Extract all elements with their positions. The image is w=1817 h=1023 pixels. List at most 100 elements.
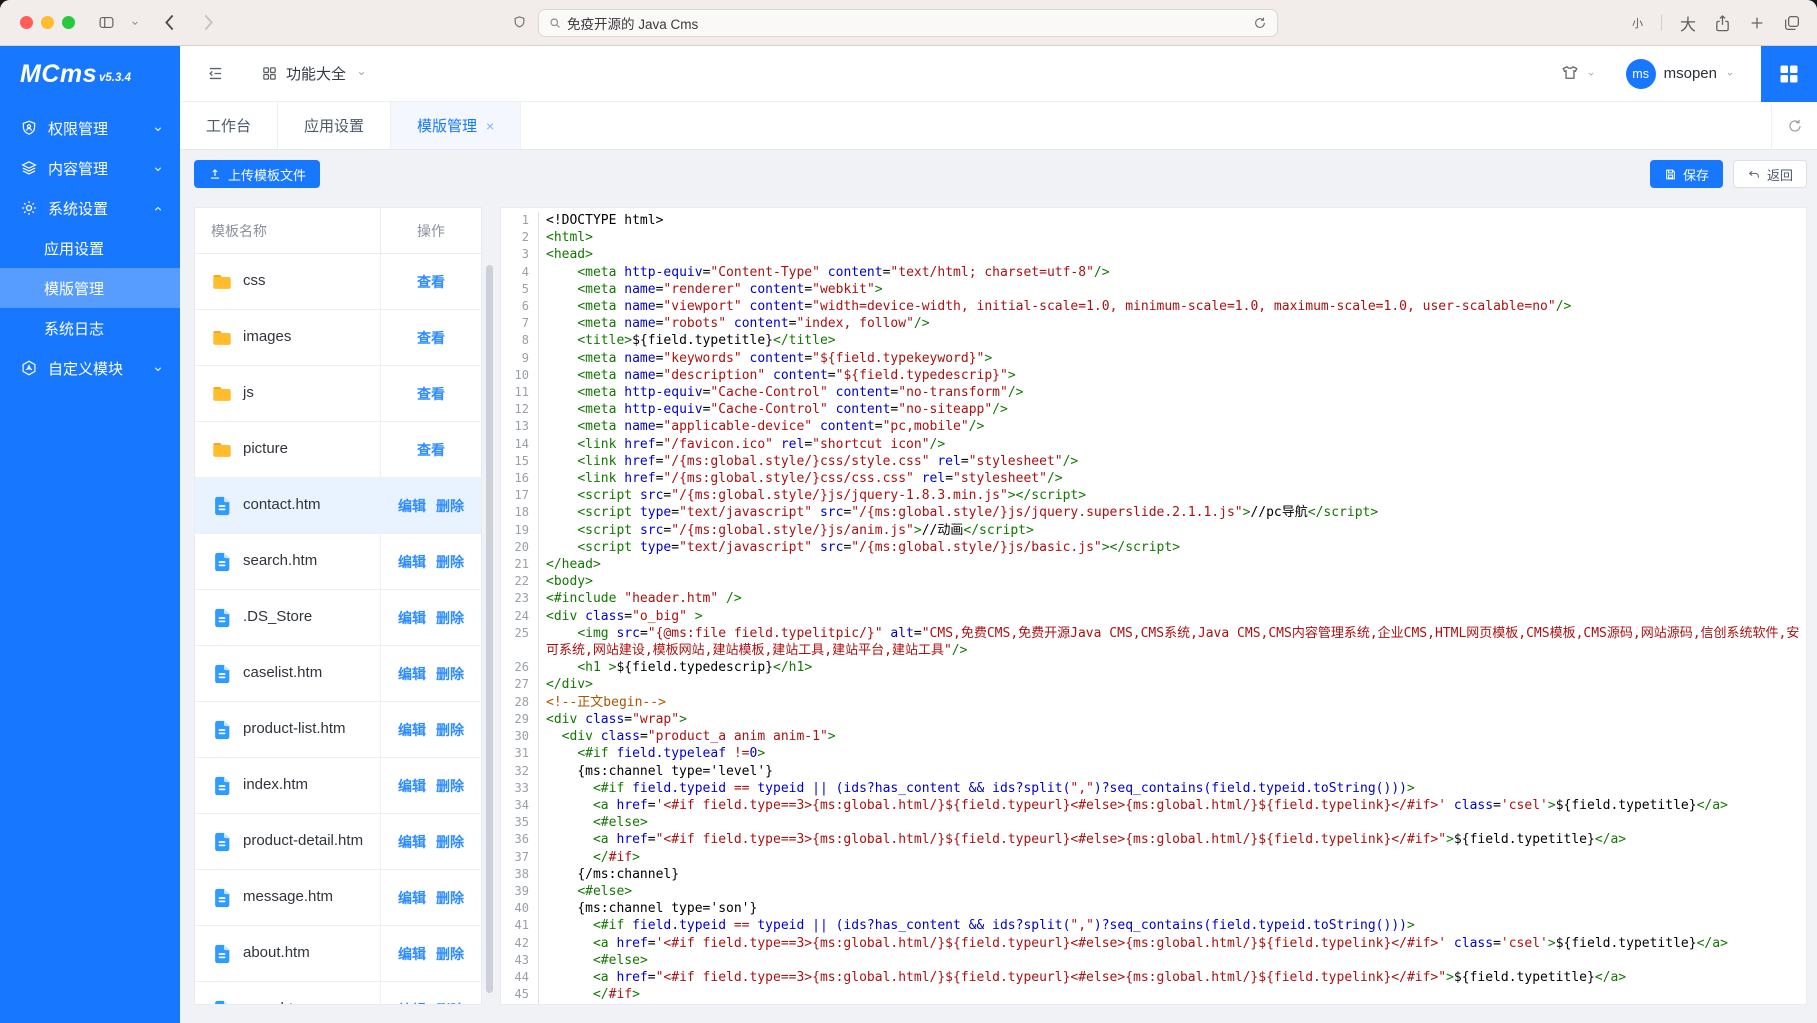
edit-link[interactable]: 编辑 xyxy=(398,664,426,684)
code-text[interactable]: <#else> xyxy=(539,814,1806,831)
code-text[interactable]: <!DOCTYPE html> xyxy=(539,212,1806,229)
code-text[interactable]: <script type="text/javascript" src="/{ms… xyxy=(539,539,1806,556)
delete-link[interactable]: 删除 xyxy=(436,496,464,516)
code-text[interactable]: <head> xyxy=(539,246,1806,263)
sidebar-item-permissions[interactable]: 权限管理 xyxy=(0,108,180,148)
code-line[interactable]: 44 <a href="<#if field.type==3>{ms:globa… xyxy=(501,969,1806,986)
delete-link[interactable]: 删除 xyxy=(436,664,464,684)
tab-overview-icon[interactable] xyxy=(1783,14,1801,32)
table-row[interactable]: images查看 xyxy=(195,310,481,366)
table-row[interactable]: js查看 xyxy=(195,366,481,422)
code-text[interactable]: {ms:channel type='level'} xyxy=(539,763,1806,780)
zoom-window-button[interactable] xyxy=(62,16,75,29)
code-text[interactable]: <#if field.typeleaf !=0> xyxy=(539,745,1806,762)
code-line[interactable]: 37 </#if> xyxy=(501,849,1806,866)
code-text[interactable]: <div class="o_big" > xyxy=(539,608,1806,625)
edit-link[interactable]: 编辑 xyxy=(398,608,426,628)
table-row[interactable]: product-detail.htm编辑删除 xyxy=(195,814,481,870)
decrease-text-size-button[interactable]: 小 xyxy=(1632,15,1643,31)
tab-template-management[interactable]: 模版管理× xyxy=(391,102,521,149)
delete-link[interactable]: 删除 xyxy=(436,888,464,908)
code-text[interactable]: <script src="/{ms:global.style/}js/jquer… xyxy=(539,487,1806,504)
code-text[interactable]: {/ms:channel} xyxy=(539,866,1806,883)
address-bar[interactable]: 免疫开源的 Java Cms xyxy=(538,9,1278,37)
delete-link[interactable]: 删除 xyxy=(436,608,464,628)
code-text[interactable]: <link href="/{ms:global.style/}css/css.c… xyxy=(539,470,1806,487)
code-line[interactable]: 27</div> xyxy=(501,676,1806,693)
close-window-button[interactable] xyxy=(20,16,33,29)
refresh-tab-icon[interactable] xyxy=(1771,102,1817,149)
table-row[interactable]: contact.htm编辑删除 xyxy=(195,478,481,534)
code-line[interactable]: 3<head> xyxy=(501,246,1806,263)
sidebar-subitem-system-logs[interactable]: 系统日志 xyxy=(0,308,180,348)
collapse-sidebar-icon[interactable] xyxy=(206,65,225,82)
code-line[interactable]: 34 <a href='<#if field.type==3>{ms:globa… xyxy=(501,797,1806,814)
sidebar-chevron-icon[interactable] xyxy=(130,19,140,27)
view-link[interactable]: 查看 xyxy=(417,328,445,348)
delete-link[interactable]: 删除 xyxy=(436,944,464,964)
table-row[interactable]: picture查看 xyxy=(195,422,481,478)
sidebar-subitem-template-management[interactable]: 模版管理 xyxy=(0,268,180,308)
code-text[interactable]: <div class="wrap"> xyxy=(539,711,1806,728)
code-text[interactable]: <link href="/favicon.ico" rel="shortcut … xyxy=(539,436,1806,453)
table-row[interactable]: about.htm编辑删除 xyxy=(195,926,481,982)
code-text[interactable]: <meta name="applicable-device" content="… xyxy=(539,418,1806,435)
code-text[interactable]: <!--正文begin--> xyxy=(539,694,1806,711)
code-line[interactable]: 25 <img src="{@ms:file field.typelitpic/… xyxy=(501,625,1806,659)
code-text[interactable]: <meta name="description" content="${fiel… xyxy=(539,367,1806,384)
code-text[interactable]: <#else> xyxy=(539,883,1806,900)
editor-empty-area[interactable] xyxy=(501,1003,1806,1004)
view-link[interactable]: 查看 xyxy=(417,384,445,404)
code-line[interactable]: 42 <a href='<#if field.type==3>{ms:globa… xyxy=(501,935,1806,952)
theme-skin-button[interactable] xyxy=(1560,64,1596,83)
table-row[interactable]: page.htm编辑删除 xyxy=(195,982,481,1005)
sidebar-subitem-app-settings[interactable]: 应用设置 xyxy=(0,228,180,268)
code-line[interactable]: 8 <title>${field.typetitle}</title> xyxy=(501,332,1806,349)
code-text[interactable]: <meta http-equiv="Content-Type" content=… xyxy=(539,264,1806,281)
code-line[interactable]: 28<!--正文begin--> xyxy=(501,694,1806,711)
code-text[interactable]: <a href="<#if field.type==3>{ms:global.h… xyxy=(539,969,1806,986)
edit-link[interactable]: 编辑 xyxy=(398,776,426,796)
code-text[interactable]: </div> xyxy=(539,676,1806,693)
increase-text-size-button[interactable]: 大 xyxy=(1680,11,1696,35)
code-line[interactable]: 31 <#if field.typeleaf !=0> xyxy=(501,745,1806,762)
code-text[interactable]: {ms:channel type='son'} xyxy=(539,900,1806,917)
code-line[interactable]: 20 <script type="text/javascript" src="/… xyxy=(501,539,1806,556)
upload-template-button[interactable]: 上传模板文件 xyxy=(194,160,320,188)
code-text[interactable]: <body> xyxy=(539,573,1806,590)
code-line[interactable]: 12 <meta http-equiv="Cache-Control" cont… xyxy=(501,401,1806,418)
delete-link[interactable]: 删除 xyxy=(436,552,464,572)
code-line[interactable]: 21</head> xyxy=(501,556,1806,573)
code-line[interactable]: 11 <meta http-equiv="Cache-Control" cont… xyxy=(501,384,1806,401)
delete-link[interactable]: 删除 xyxy=(436,776,464,796)
code-line[interactable]: 22<body> xyxy=(501,573,1806,590)
code-line[interactable]: 9 <meta name="keywords" content="${field… xyxy=(501,350,1806,367)
code-line[interactable]: 13 <meta name="applicable-device" conten… xyxy=(501,418,1806,435)
close-tab-icon[interactable]: × xyxy=(486,119,494,133)
code-line[interactable]: 39 <#else> xyxy=(501,883,1806,900)
tab-workbench[interactable]: 工作台 xyxy=(180,102,278,149)
delete-link[interactable]: 删除 xyxy=(436,1000,464,1006)
code-text[interactable]: <script type="text/javascript" src="/{ms… xyxy=(539,504,1806,521)
new-tab-icon[interactable] xyxy=(1749,15,1765,31)
code-text[interactable]: <#if field.typeid == typeid || (ids?has_… xyxy=(539,780,1806,797)
view-link[interactable]: 查看 xyxy=(417,272,445,292)
delete-link[interactable]: 删除 xyxy=(436,832,464,852)
code-text[interactable]: </#if> xyxy=(539,849,1806,866)
code-line[interactable]: 1<!DOCTYPE html> xyxy=(501,212,1806,229)
view-link[interactable]: 查看 xyxy=(417,440,445,460)
code-text[interactable]: <title>${field.typetitle}</title> xyxy=(539,332,1806,349)
share-icon[interactable] xyxy=(1714,14,1731,33)
reload-icon[interactable] xyxy=(1253,16,1267,30)
code-line[interactable]: 38 {/ms:channel} xyxy=(501,866,1806,883)
code-text[interactable]: <#if field.typeid == typeid || (ids?has_… xyxy=(539,917,1806,934)
edit-link[interactable]: 编辑 xyxy=(398,720,426,740)
code-line[interactable]: 32 {ms:channel type='level'} xyxy=(501,763,1806,780)
edit-link[interactable]: 编辑 xyxy=(398,832,426,852)
table-row[interactable]: search.htm编辑删除 xyxy=(195,534,481,590)
code-line[interactable]: 6 <meta name="viewport" content="width=d… xyxy=(501,298,1806,315)
code-text[interactable]: <img src="{@ms:file field.typelitpic/}" … xyxy=(539,625,1806,659)
table-row[interactable]: .DS_Store编辑删除 xyxy=(195,590,481,646)
table-row[interactable]: index.htm编辑删除 xyxy=(195,758,481,814)
back-button[interactable] xyxy=(164,14,175,31)
